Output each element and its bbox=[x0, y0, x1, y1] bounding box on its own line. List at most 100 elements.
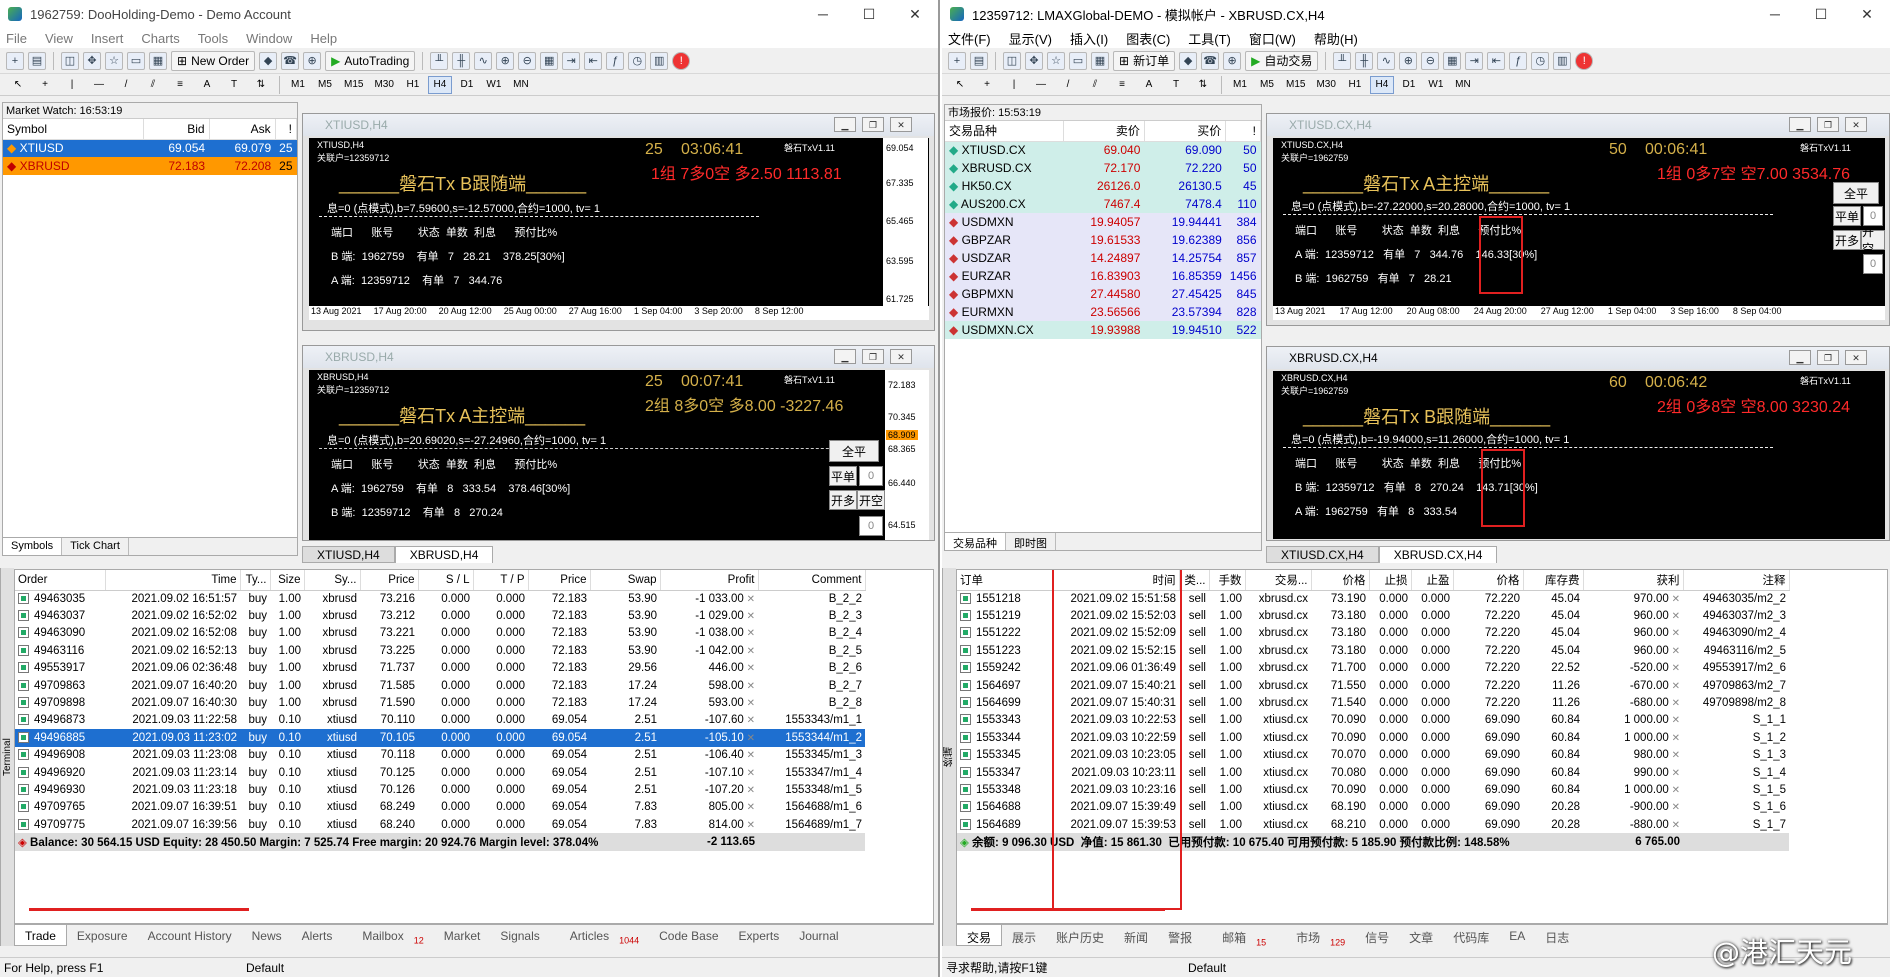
col-size[interactable]: Size bbox=[270, 570, 305, 591]
chart-restore-icon[interactable]: ❐ bbox=[862, 349, 884, 364]
minimize-icon[interactable]: ─ bbox=[1752, 0, 1798, 28]
candle-chart-icon[interactable]: ╫ bbox=[452, 51, 471, 70]
chart-shift-icon[interactable]: ⇤ bbox=[584, 51, 603, 70]
tester-icon[interactable]: ▦ bbox=[1091, 51, 1109, 70]
autoscroll-icon[interactable]: ⇥ bbox=[562, 51, 581, 70]
order-row[interactable]: 1564699 2021.09.07 15:40:31 sell 1.00 xbrusd… bbox=[957, 694, 1789, 711]
order-row[interactable]: 49709863 2021.09.07 16:40:20 buy 1.00 xbrusd… bbox=[15, 677, 865, 694]
close-order-icon[interactable]: ✕ bbox=[744, 663, 755, 674]
channel-icon[interactable]: ⫽ bbox=[1083, 76, 1107, 94]
close-order-icon[interactable]: ✕ bbox=[1669, 715, 1680, 726]
close-order-icon[interactable]: ✕ bbox=[1669, 681, 1680, 692]
alert-icon[interactable]: ! bbox=[672, 51, 691, 70]
tab-account-history[interactable]: Account History bbox=[138, 925, 242, 946]
order-row[interactable]: 49496920 2021.09.03 11:23:14 buy 0.10 xtiusd… bbox=[15, 764, 865, 781]
chart-minimize-icon[interactable]: ▁ bbox=[834, 117, 856, 132]
chart-minimize-icon[interactable]: ▁ bbox=[1789, 350, 1811, 365]
autotrading-button[interactable]: ▶ AutoTrading bbox=[325, 50, 416, 71]
periods-icon[interactable]: ◷ bbox=[1531, 51, 1550, 70]
mw-row-xtiusd[interactable]: ◆ XTIUSD 69.054 69.079 25 bbox=[3, 139, 297, 157]
chart-tab-xtiusd[interactable]: XTIUSD,H4 bbox=[302, 546, 395, 563]
col-comment[interactable]: Comment bbox=[758, 570, 866, 591]
tab-tick-chart[interactable]: Tick Chart bbox=[62, 538, 129, 555]
tf-mn[interactable]: MN bbox=[509, 76, 533, 94]
close-order-icon[interactable]: ✕ bbox=[1669, 820, 1680, 831]
tile-icon[interactable]: ▦ bbox=[540, 51, 559, 70]
tf-h4[interactable]: H4 bbox=[1369, 75, 1394, 94]
close-order-icon[interactable]: ✕ bbox=[744, 628, 755, 639]
chart-minimize-icon[interactable]: ▁ bbox=[834, 349, 856, 364]
candle-chart-icon[interactable]: ╫ bbox=[1355, 51, 1374, 70]
col-profit[interactable]: 获利 bbox=[1583, 570, 1684, 591]
tf-m1[interactable]: M1 bbox=[1228, 76, 1252, 94]
mw-row[interactable]: ◆ AUS200.CX 7467.4 7478.4 110 bbox=[945, 195, 1261, 213]
close-order-icon[interactable]: ✕ bbox=[744, 698, 755, 709]
order-row[interactable]: 1559242 2021.09.06 01:36:49 sell 1.00 xbrusd… bbox=[957, 660, 1789, 677]
order-row[interactable]: 1553347 2021.09.03 10:23:11 sell 1.00 xtiusd… bbox=[957, 764, 1789, 781]
order-row[interactable]: 49463035 2021.09.02 16:51:57 buy 1.00 xbrusd… bbox=[15, 590, 865, 607]
crosshair-icon[interactable]: + bbox=[33, 76, 57, 94]
close-order-icon[interactable]: ✕ bbox=[1669, 785, 1680, 796]
tab-symbols[interactable]: 交易品种 bbox=[945, 533, 1006, 550]
order-row[interactable]: 49496885 2021.09.03 11:23:02 buy 0.10 xtiusd… bbox=[15, 729, 865, 747]
menu-tools[interactable]: 工具(T) bbox=[1188, 29, 1231, 48]
line-chart-icon[interactable]: ∿ bbox=[1377, 51, 1396, 70]
zoom-in-icon[interactable]: ⊕ bbox=[1399, 51, 1418, 70]
line-chart-icon[interactable]: ∿ bbox=[474, 51, 493, 70]
menu-view[interactable]: 显示(V) bbox=[1009, 29, 1052, 48]
close-order-icon[interactable]: ✕ bbox=[1669, 768, 1680, 779]
close-order-icon[interactable]: ✕ bbox=[744, 646, 755, 657]
chart-minimize-icon[interactable]: ▁ bbox=[1789, 117, 1811, 132]
close-order-icon[interactable]: ✕ bbox=[744, 785, 755, 796]
menu-view[interactable]: View bbox=[45, 31, 73, 46]
tab-symbols[interactable]: Symbols bbox=[3, 538, 63, 555]
close-order-icon[interactable]: ✕ bbox=[744, 681, 755, 692]
mw-col-spread[interactable]: ! bbox=[1225, 121, 1261, 142]
close-order-icon[interactable]: ✕ bbox=[1669, 628, 1680, 639]
col-tp[interactable]: 止盈 bbox=[1411, 570, 1454, 591]
tf-w1[interactable]: W1 bbox=[482, 76, 506, 94]
mw-row[interactable]: ◆ USDMXN 19.94057 19.94441 384 bbox=[945, 213, 1261, 231]
metaeditor-icon[interactable]: ◆ bbox=[1179, 51, 1198, 70]
chart-close-icon[interactable]: ✕ bbox=[890, 349, 912, 364]
order-row[interactable]: 1553348 2021.09.03 10:23:16 sell 1.00 xtiusd… bbox=[957, 781, 1789, 798]
mw-col-bid[interactable]: Bid bbox=[143, 119, 210, 140]
bar-chart-icon[interactable]: ╨ bbox=[1333, 51, 1352, 70]
hline-icon[interactable]: — bbox=[1029, 76, 1053, 94]
tab-news[interactable]: News bbox=[242, 925, 292, 946]
maximize-icon[interactable]: ☐ bbox=[1798, 0, 1844, 28]
market-icon[interactable]: ⊕ bbox=[303, 51, 322, 70]
market-icon[interactable]: ⊕ bbox=[1223, 51, 1242, 70]
close-order-button[interactable]: 平单 bbox=[1833, 206, 1861, 226]
order-row[interactable]: 49463037 2021.09.02 16:52:02 buy 1.00 xbrusd… bbox=[15, 607, 865, 624]
navigator-icon[interactable]: ☆ bbox=[1047, 51, 1065, 70]
mw-row-xbrusd[interactable]: ◆ XBRUSD 72.183 72.208 25 bbox=[3, 157, 297, 175]
mw-row[interactable]: ◆ EURMXN 23.56566 23.57394 828 bbox=[945, 303, 1261, 321]
tf-h1[interactable]: H1 bbox=[1343, 76, 1367, 94]
order-row[interactable]: 49709775 2021.09.07 16:39:56 buy 0.10 xtiusd… bbox=[15, 816, 865, 833]
order-row[interactable]: 1553344 2021.09.03 10:22:59 sell 1.00 xtiusd… bbox=[957, 729, 1789, 746]
data-window-icon[interactable]: ✥ bbox=[83, 51, 101, 70]
col-size[interactable]: 手数 bbox=[1209, 570, 1246, 591]
tf-m1[interactable]: M1 bbox=[286, 76, 310, 94]
mw-col-ask[interactable]: Ask bbox=[209, 119, 276, 140]
chart-shift-icon[interactable]: ⇤ bbox=[1487, 51, 1506, 70]
mw-row[interactable]: ◆ USDZAR 14.24897 14.25754 857 bbox=[945, 249, 1261, 267]
menu-insert[interactable]: Insert bbox=[91, 31, 124, 46]
order-row[interactable]: 1564689 2021.09.07 15:39:53 sell 1.00 xtiusd… bbox=[957, 816, 1789, 833]
tab-signals[interactable]: 信号 bbox=[1355, 925, 1399, 946]
mw-row[interactable]: ◆ XBRUSD.CX 72.170 72.220 50 bbox=[945, 159, 1261, 177]
channel-icon[interactable]: ⫽ bbox=[141, 76, 165, 94]
order-row[interactable]: 1551218 2021.09.02 15:51:58 sell 1.00 xbrusd… bbox=[957, 590, 1789, 607]
tf-m30[interactable]: M30 bbox=[370, 76, 397, 94]
col-symbol[interactable]: Sy... bbox=[304, 570, 361, 591]
text-icon[interactable]: A bbox=[195, 76, 219, 94]
crosshair-icon[interactable]: + bbox=[975, 76, 999, 94]
tab-exposure[interactable]: 展示 bbox=[1002, 925, 1046, 946]
tab-articles[interactable]: 文章 bbox=[1399, 925, 1443, 946]
vline-icon[interactable]: | bbox=[1002, 76, 1026, 94]
col-time[interactable]: Time bbox=[105, 570, 241, 591]
close-order-icon[interactable]: ✕ bbox=[744, 750, 755, 761]
menu-charts[interactable]: Charts bbox=[141, 31, 179, 46]
tab-code-base[interactable]: Code Base bbox=[649, 925, 728, 946]
